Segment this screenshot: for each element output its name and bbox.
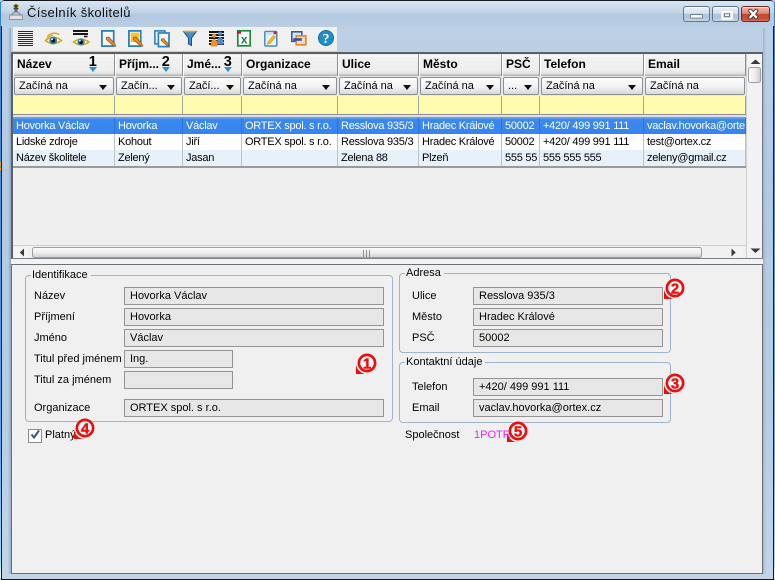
svg-text:4: 4 (81, 421, 90, 438)
svg-text:1: 1 (363, 356, 371, 373)
svg-text:3: 3 (671, 376, 679, 393)
svg-text:2: 2 (671, 281, 679, 298)
svg-text:5: 5 (514, 424, 522, 441)
